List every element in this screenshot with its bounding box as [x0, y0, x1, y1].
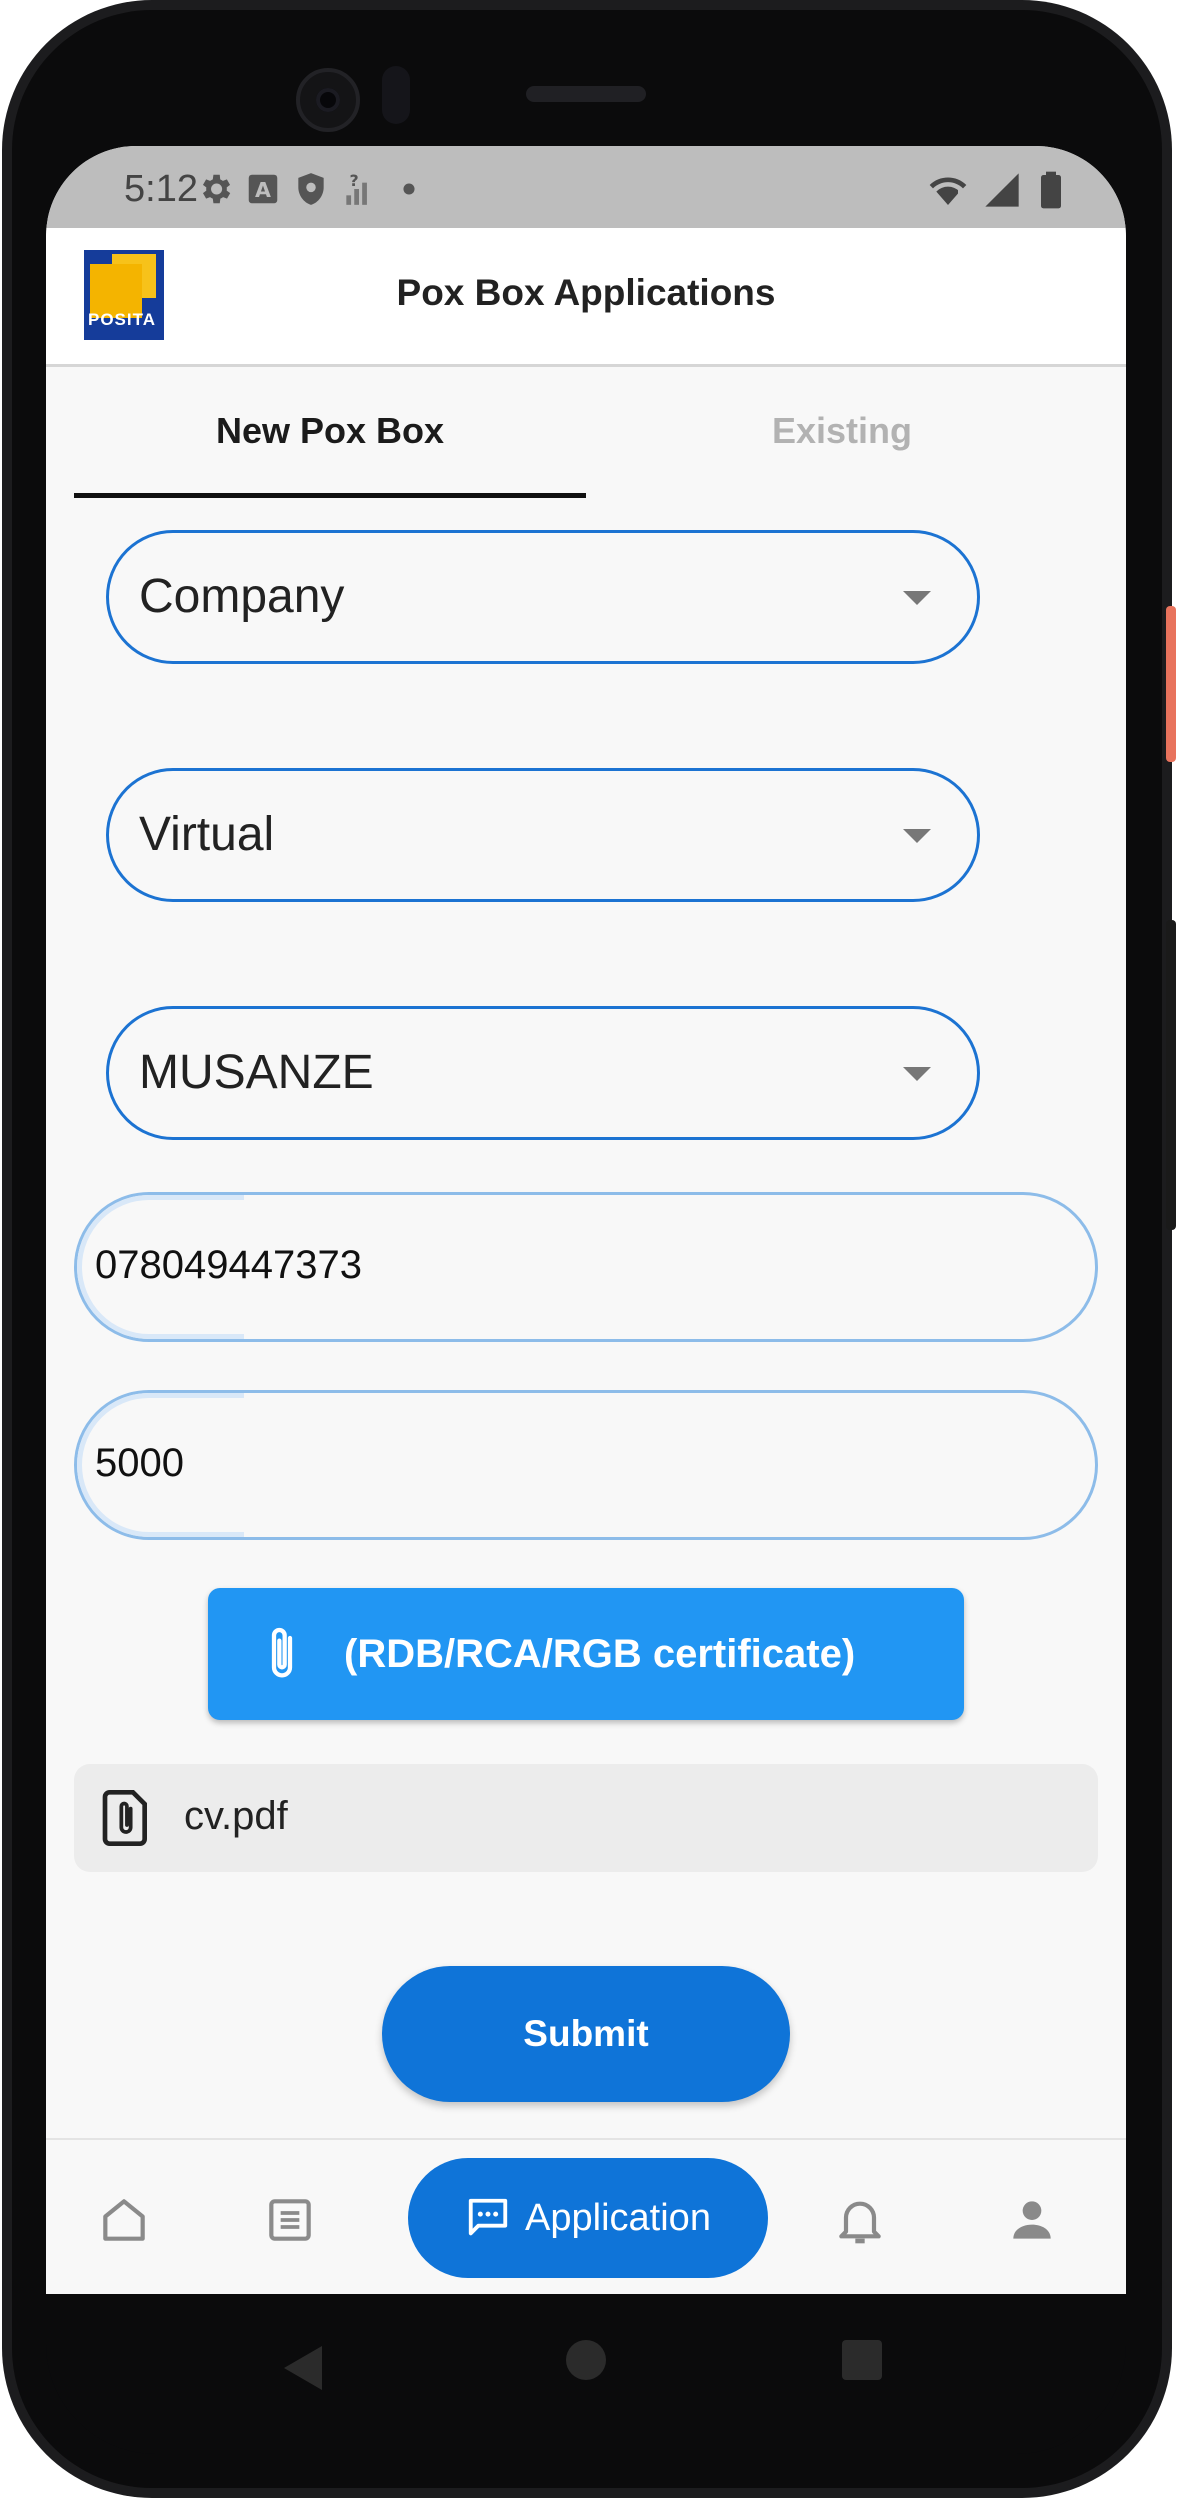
- volume-button: [1166, 920, 1176, 1230]
- bell-icon[interactable]: [832, 2192, 888, 2248]
- proximity-sensor: [382, 66, 410, 124]
- front-camera: [296, 68, 360, 132]
- svg-text:?: ?: [350, 171, 359, 190]
- dot-icon: [403, 183, 415, 195]
- status-time: 5:12: [124, 168, 198, 210]
- page-title: Pox Box Applications: [396, 272, 776, 313]
- bottom-nav: Application: [46, 2138, 1126, 2296]
- status-right: [928, 170, 1066, 210]
- chat-message-icon: [468, 2198, 508, 2236]
- location-dropdown[interactable]: MUSANZE: [106, 1006, 980, 1140]
- nav-application-button[interactable]: Application: [408, 2158, 768, 2278]
- screen: 5:12 A ? POSITA Pox Box Applications New…: [46, 146, 1126, 2356]
- chevron-down-icon: [903, 591, 931, 605]
- home-circle-icon[interactable]: [566, 2340, 606, 2380]
- battery-icon: [1041, 171, 1061, 209]
- list-icon[interactable]: [262, 2192, 318, 2248]
- tab-indicator: [74, 493, 586, 498]
- tab-existing[interactable]: Existing: [586, 366, 1098, 496]
- attach-button-label: (RDB/RCA/RGB certificate): [344, 1631, 856, 1676]
- applicant-type-dropdown[interactable]: Company: [106, 530, 980, 664]
- box-type-dropdown[interactable]: Virtual: [106, 768, 980, 902]
- person-icon[interactable]: [1004, 2192, 1060, 2248]
- status-bar: 5:12 A ?: [46, 146, 1126, 228]
- amount-value: 5000: [95, 1441, 184, 1485]
- attached-file-item[interactable]: cv.pdf: [74, 1764, 1098, 1872]
- chevron-down-icon: [903, 829, 931, 843]
- cell-signal-icon: [985, 173, 1019, 207]
- shield-icon: [298, 173, 324, 205]
- back-icon[interactable]: [284, 2346, 322, 2390]
- phone-field[interactable]: 078049447373: [74, 1192, 1098, 1342]
- svg-text:A: A: [255, 178, 271, 202]
- attached-file-name: cv.pdf: [184, 1794, 288, 1838]
- a-keyboard-icon: A: [248, 174, 278, 204]
- home-icon[interactable]: [96, 2192, 152, 2248]
- file-attachment-icon: [102, 1790, 147, 1846]
- wifi-alert-icon: [929, 177, 967, 205]
- paperclip-icon: [271, 1627, 293, 1678]
- dropdown-value: MUSANZE: [139, 1046, 374, 1099]
- earpiece-speaker: [526, 86, 646, 102]
- recent-apps-icon[interactable]: [842, 2340, 882, 2380]
- nav-application-label: Application: [525, 2196, 711, 2239]
- amount-field[interactable]: 5000: [74, 1390, 1098, 1540]
- phone-value: 078049447373: [95, 1243, 362, 1287]
- dropdown-value: Virtual: [139, 808, 275, 861]
- submit-button[interactable]: Submit: [382, 1966, 790, 2102]
- chevron-down-icon: [903, 1067, 931, 1081]
- gear-icon: [202, 174, 231, 204]
- power-button: [1166, 606, 1176, 762]
- tab-bar: New Pox Box Existing: [74, 366, 1098, 498]
- app-bar: POSITA Pox Box Applications: [46, 228, 1126, 367]
- attach-certificate-button[interactable]: (RDB/RCA/RGB certificate): [208, 1588, 964, 1720]
- signal-question-icon: ?: [346, 171, 367, 205]
- dropdown-value: Company: [139, 570, 345, 623]
- tab-new-pox-box[interactable]: New Pox Box: [74, 366, 586, 496]
